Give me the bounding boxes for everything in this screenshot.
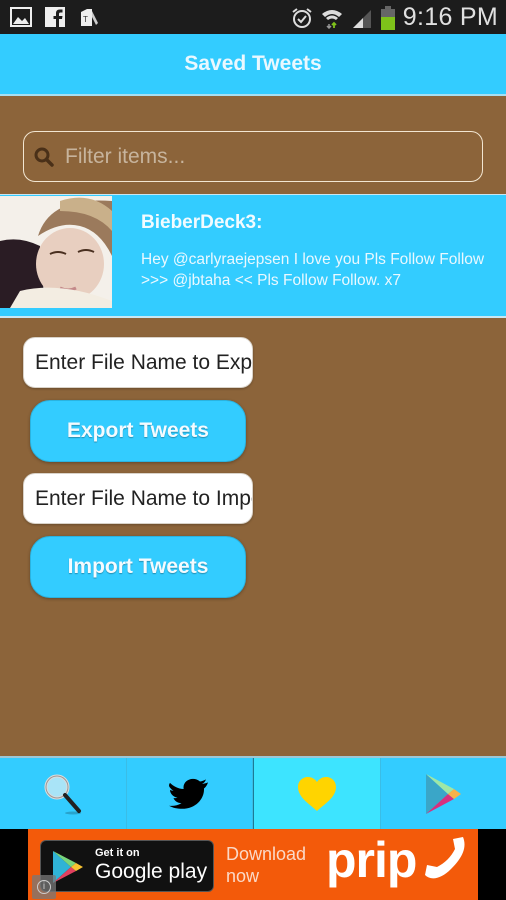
tab-play-store[interactable] <box>381 758 506 829</box>
gallery-icon <box>10 7 32 27</box>
battery-icon <box>380 5 395 30</box>
tweet-username: BieberDeck3: <box>141 212 263 233</box>
svg-text:T: T <box>83 15 88 24</box>
tab-saved[interactable] <box>253 758 381 829</box>
tab-twitter[interactable] <box>127 758 253 829</box>
wifi-icon <box>321 9 342 29</box>
tweet-text: Hey @carlyraejepsen I love you Pls Follo… <box>141 251 485 289</box>
page-title: Saved Tweets <box>184 52 322 75</box>
export-filename-field[interactable] <box>23 337 253 388</box>
heart-icon <box>297 776 336 811</box>
export-tweets-button[interactable]: Export Tweets <box>30 400 246 462</box>
phone-call-icon <box>425 837 465 879</box>
import-filename-input[interactable] <box>24 474 252 523</box>
main-content: BieberDeck3: Hey @carlyraejepsen I love … <box>0 96 506 756</box>
alarm-icon <box>292 7 312 28</box>
search-icon <box>34 147 54 167</box>
facebook-icon <box>45 7 65 27</box>
ad-info-button[interactable]: i <box>32 875 56 899</box>
filter-input[interactable] <box>65 144 445 169</box>
ad-get-it-on: Get it on <box>95 847 140 859</box>
ad-content[interactable]: Get it on Google play Download now prip <box>28 829 478 900</box>
tab-search[interactable] <box>0 758 127 829</box>
ad-brand: prip <box>326 832 417 888</box>
sim-toolkit-icon: T <box>81 9 98 26</box>
status-bar: T 9:16 PM <box>0 0 506 34</box>
bottom-tab-bar <box>0 756 506 829</box>
google-play-logo-icon <box>53 851 83 883</box>
avatar <box>0 196 112 308</box>
status-time: 9:16 PM <box>402 3 498 31</box>
ad-download-now: Download now <box>226 844 307 886</box>
magnifier-icon <box>44 774 81 814</box>
info-icon: i <box>37 880 51 894</box>
play-store-icon <box>426 773 462 814</box>
ad-banner[interactable]: Get it on Google play Download now prip … <box>0 829 506 900</box>
signal-icon <box>352 9 371 28</box>
filter-field[interactable] <box>23 131 483 182</box>
google-play-badge[interactable]: Get it on Google play <box>40 840 214 892</box>
ad-google-play: Google play <box>95 860 208 883</box>
import-filename-field[interactable] <box>23 473 253 524</box>
twitter-bird-icon <box>169 778 209 809</box>
tweet-list-item[interactable]: BieberDeck3: Hey @carlyraejepsen I love … <box>0 194 506 318</box>
action-bar: Saved Tweets <box>0 34 506 96</box>
export-filename-input[interactable] <box>24 338 252 387</box>
import-tweets-button[interactable]: Import Tweets <box>30 536 246 598</box>
